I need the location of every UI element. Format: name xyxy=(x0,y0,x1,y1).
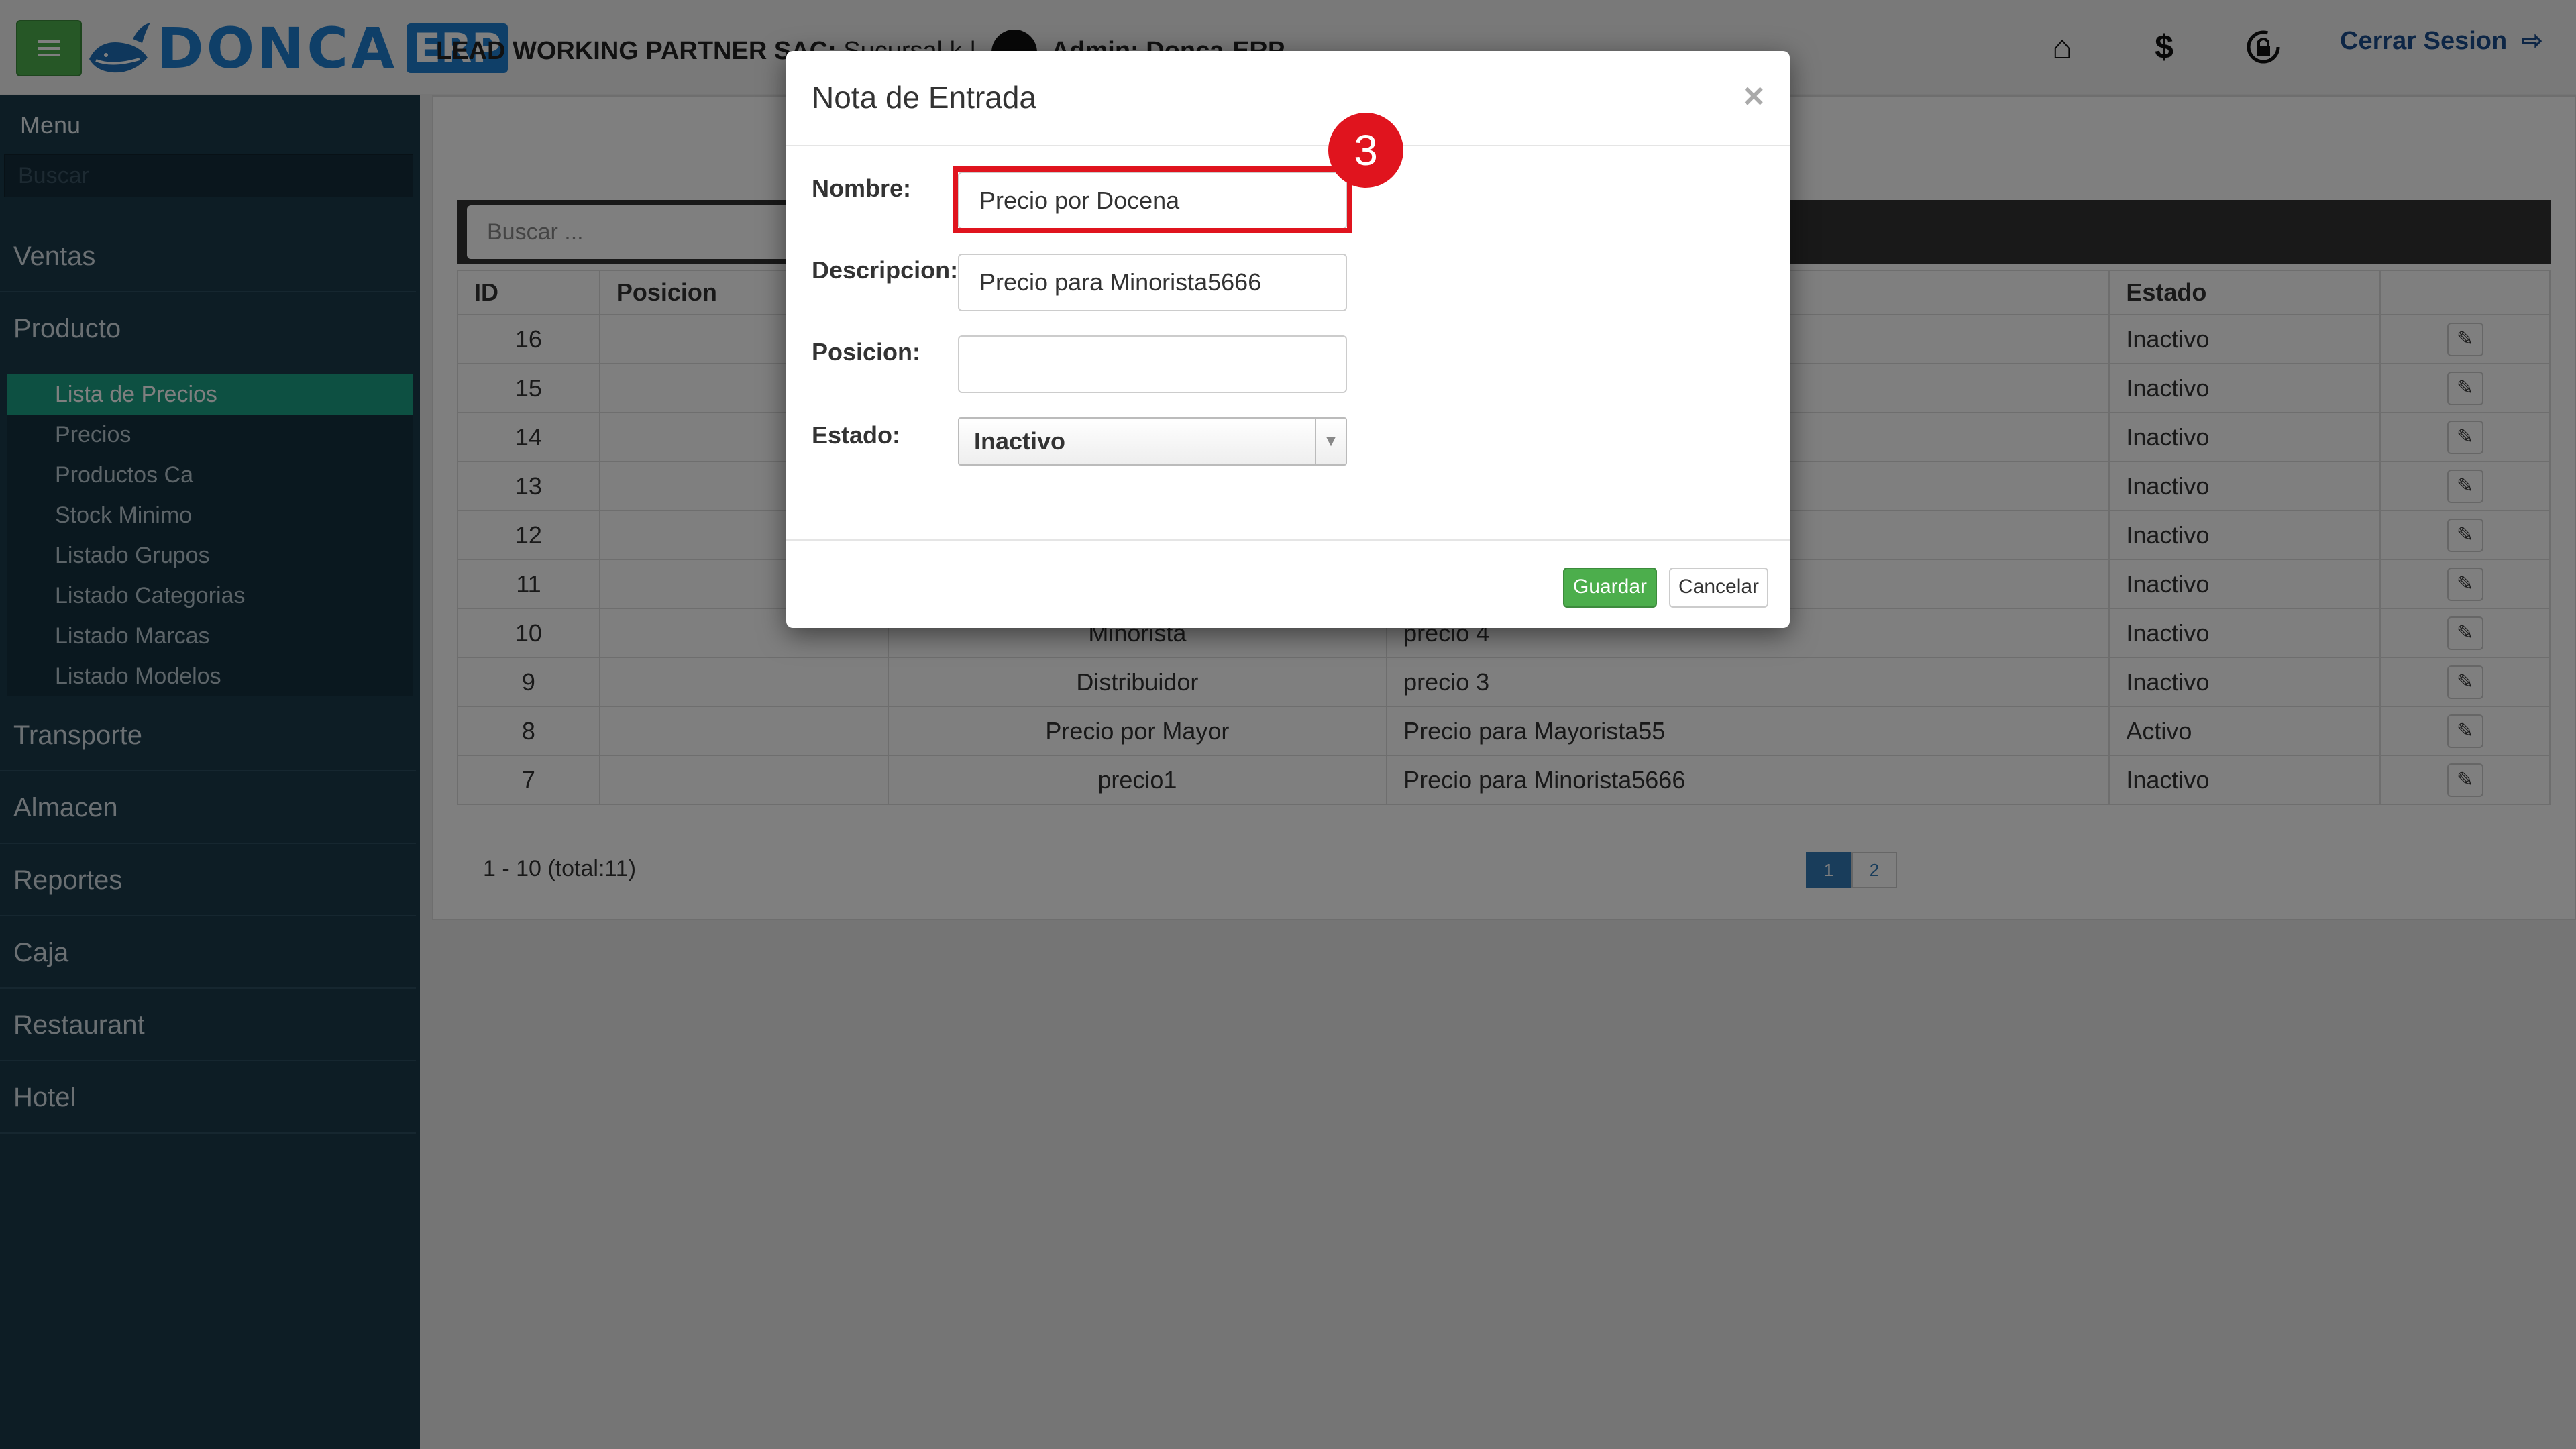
descripcion-label: Descripcion: xyxy=(812,256,959,284)
posicion-input[interactable] xyxy=(958,335,1347,393)
step-badge: 3 xyxy=(1328,113,1403,188)
price-list-modal: Nota de Entrada × Nombre: Precio por Doc… xyxy=(786,51,1790,628)
save-button[interactable]: Guardar xyxy=(1563,568,1657,608)
close-icon[interactable]: × xyxy=(1743,75,1764,117)
nombre-label: Nombre: xyxy=(812,174,912,202)
modal-footer-divider xyxy=(786,539,1790,541)
step-highlight-box xyxy=(953,166,1352,233)
cancel-button[interactable]: Cancelar xyxy=(1669,568,1768,608)
chevron-down-icon: ▼ xyxy=(1315,419,1346,464)
modal-title: Nota de Entrada xyxy=(812,80,1037,115)
modal-header-divider xyxy=(786,145,1790,146)
descripcion-input[interactable]: Precio para Minorista5666 xyxy=(958,254,1347,311)
estado-select[interactable]: Inactivo ▼ xyxy=(958,417,1347,466)
estado-label: Estado: xyxy=(812,421,901,449)
estado-selected-value: Inactivo xyxy=(974,427,1066,455)
posicion-label: Posicion: xyxy=(812,338,921,366)
